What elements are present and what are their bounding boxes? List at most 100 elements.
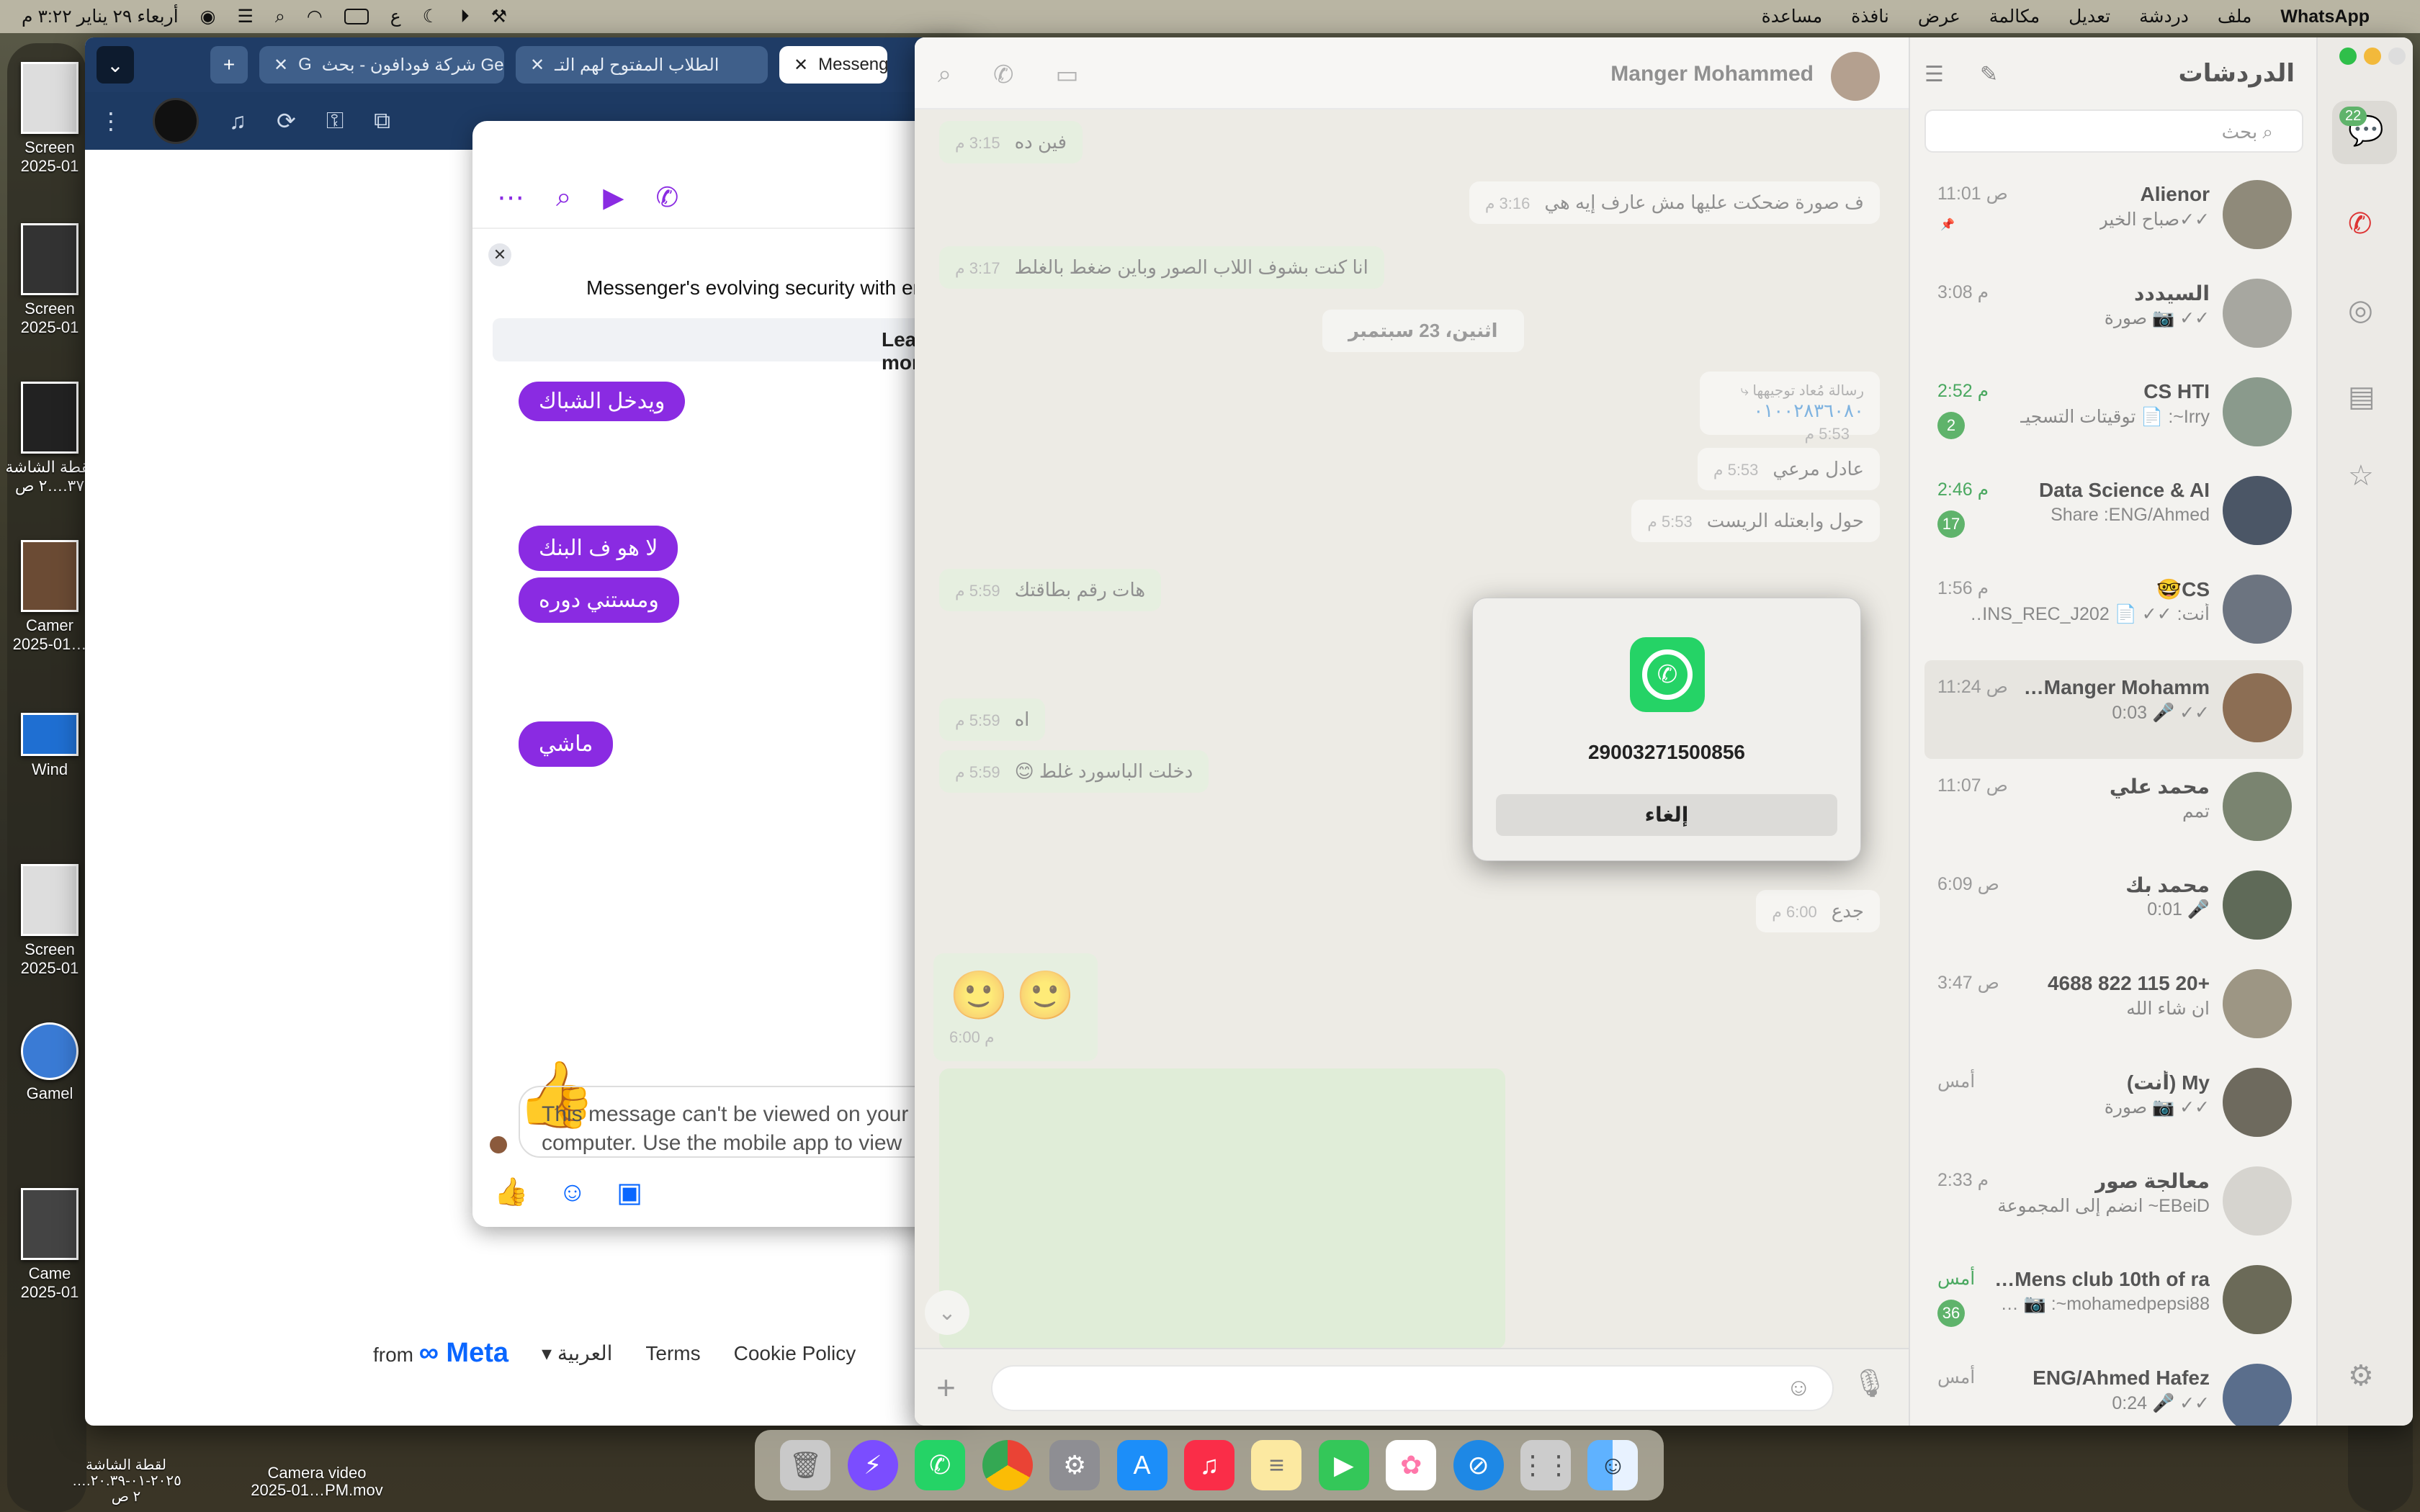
facetime-icon[interactable]: ▶ bbox=[1318, 1440, 1369, 1490]
dock: 🗑 ⚡ ✆ ⚙ A ♫ ≡ ▶ ✿ ⊘ ⋮⋮ ☺ bbox=[755, 1430, 1664, 1500]
calls-icon[interactable]: ✆ bbox=[2348, 207, 2372, 240]
status-icon[interactable]: ◎ bbox=[2348, 294, 2373, 327]
microphone-icon[interactable]: 🎙 bbox=[1852, 1368, 1887, 1400]
control-center-icon[interactable]: ☰ bbox=[237, 6, 253, 27]
chat-list-item-active[interactable]: Manger Mohamm… ✓✓ 🎤 0:03 11:24 ص bbox=[1924, 660, 2303, 759]
chat-list-item[interactable]: محمد علي تمم 11:07 ص bbox=[1910, 759, 2318, 858]
safari-icon[interactable]: ⊘ bbox=[1453, 1440, 1504, 1490]
search-icon[interactable]: ⌕ bbox=[556, 182, 571, 213]
whatsapp-icon[interactable]: ✆ bbox=[915, 1440, 966, 1490]
message-bubble[interactable]: ويدخل الشباك bbox=[519, 382, 686, 421]
music-icon[interactable]: ♫ bbox=[1183, 1440, 1234, 1490]
close-icon[interactable]: ✕ bbox=[274, 55, 288, 76]
tab[interactable]: ✕ G شركة فودافون - بحث Ge bbox=[259, 46, 504, 84]
finder-icon[interactable]: ☺ bbox=[1587, 1440, 1639, 1490]
tools-icon[interactable]: ⚒ bbox=[491, 6, 507, 27]
messenger-icon[interactable]: ⚡ bbox=[847, 1440, 898, 1490]
media-icon[interactable]: ♫ bbox=[229, 108, 246, 135]
menu-kebab-icon[interactable]: ⋮ bbox=[99, 107, 122, 135]
learn-more-button[interactable]: Learn more bbox=[493, 318, 977, 374]
wifi-icon[interactable]: ◠ bbox=[307, 6, 323, 27]
menu-item-help[interactable]: مساعدة bbox=[1762, 6, 1822, 27]
nav-rail: 💬 22 ✆ ◎ ▤ ☆ ⚙ bbox=[2316, 37, 2413, 1426]
tab[interactable]: ✕ الطلاب المفتوح لهم التـ bbox=[516, 46, 768, 84]
chat-list-item[interactable]: CS HTI Irry~: 📄 توقيتات التسجيـ 2:52 م2 bbox=[1910, 364, 2318, 463]
settings-gear-icon[interactable]: ⚙ bbox=[2348, 1359, 2374, 1392]
system-settings-icon[interactable]: ⚙ bbox=[1049, 1440, 1101, 1490]
play-icon[interactable]: ⏵ bbox=[460, 6, 470, 27]
focus-moon-icon[interactable]: ☾ bbox=[423, 6, 439, 27]
minimize-window-button[interactable] bbox=[2364, 48, 2381, 65]
message-input[interactable] bbox=[991, 1365, 1834, 1411]
clock[interactable]: أربعاء ٢٩ يناير ٣:٢٢ م bbox=[22, 6, 179, 27]
tab-search-button[interactable]: ⌄ bbox=[97, 46, 134, 84]
more-options-icon[interactable]: ⋯ bbox=[497, 181, 524, 214]
chat-list-item[interactable]: Mens club 10th of ra… mohamedpepsi88~: 📷 … bbox=[1910, 1252, 2318, 1351]
trash-icon[interactable]: 🗑 bbox=[780, 1440, 831, 1490]
video-call-icon[interactable]: ▶ bbox=[603, 181, 624, 214]
unavailable-message: This message can't be viewed on your com… bbox=[519, 1086, 977, 1158]
desktop-icon[interactable]: Camera video 2025-01…PM.mov bbox=[230, 1464, 403, 1499]
menu-item-chat[interactable]: دردشة bbox=[2139, 6, 2189, 27]
chat-list-item[interactable]: Data Science & AI Share :ENG/Ahmed 2:46 م1… bbox=[1910, 463, 2318, 562]
chat-list-item[interactable]: ENG/Ahmed Hafez ✓✓ 🎤 0:24 أمس bbox=[1910, 1351, 2318, 1426]
close-window-button[interactable] bbox=[2388, 48, 2406, 65]
chat-list-item[interactable]: محمد بك 🎤 0:01 6:09 ص bbox=[1910, 858, 2318, 956]
chats-nav-button[interactable]: 💬 22 bbox=[2332, 101, 2397, 164]
chat-list-item[interactable]: My (أنت) ✓✓ 📷 صورة أمس bbox=[1910, 1055, 2318, 1153]
profile-avatar[interactable] bbox=[153, 98, 199, 144]
new-chat-icon[interactable]: ✎ bbox=[1980, 62, 1998, 87]
like-icon[interactable]: 👍 bbox=[494, 1176, 528, 1208]
menu-item-view[interactable]: عرض bbox=[1918, 6, 1960, 27]
keyboard-input-icon[interactable]: ع bbox=[390, 6, 401, 27]
terms-link[interactable]: Terms bbox=[645, 1342, 700, 1365]
extension-icon[interactable]: ⟳ bbox=[277, 107, 296, 135]
spotlight-icon[interactable]: ⌕ bbox=[275, 6, 285, 27]
sticker-icon[interactable]: ▣ bbox=[617, 1176, 642, 1209]
phone-call-icon[interactable]: ✆ bbox=[656, 181, 679, 214]
notes-icon[interactable]: ≡ bbox=[1251, 1440, 1302, 1490]
chat-list-item[interactable]: Alienor ✓✓صباح الخير 11:01 ص 📌 bbox=[1910, 167, 2318, 266]
chat-list-item[interactable]: +20 115 822 4688 ان شاء الله 3:47 ص bbox=[1910, 956, 2318, 1055]
filter-icon[interactable]: ☰ bbox=[1924, 62, 1944, 87]
menu-item-call[interactable]: مكالمة bbox=[1989, 6, 2040, 27]
siri-icon[interactable]: ◉ bbox=[200, 6, 216, 27]
battery-icon[interactable] bbox=[344, 9, 369, 24]
search-input[interactable]: بحث ⌕ bbox=[1924, 109, 2303, 153]
emoji-icon[interactable]: ☺ bbox=[558, 1177, 586, 1208]
starred-icon[interactable]: ☆ bbox=[2348, 459, 2374, 492]
zoom-window-button[interactable] bbox=[2339, 48, 2357, 65]
close-icon[interactable]: ✕ bbox=[530, 55, 544, 76]
attach-plus-icon[interactable]: + bbox=[936, 1368, 956, 1407]
message-bubble[interactable]: ومستني دوره bbox=[519, 577, 679, 623]
cookie-policy-link[interactable]: Cookie Policy bbox=[734, 1342, 856, 1365]
chat-list-item[interactable]: السيددد ✓✓ 📷 صورة 3:08 م bbox=[1910, 266, 2318, 364]
chrome-icon[interactable] bbox=[982, 1440, 1033, 1490]
menu-item-window[interactable]: نافذة bbox=[1851, 6, 1889, 27]
chat-list-item[interactable]: CS🤓أنت: ✓✓ 📄 INS_REC_J202…1:56 م bbox=[1910, 562, 2318, 660]
close-icon[interactable]: ✕ bbox=[794, 55, 808, 76]
desktop-icon[interactable]: لقطة الشاشة ٢٠٢٥-٠١-٢٠.٣٩.…٢ ص bbox=[72, 1457, 182, 1505]
chats-title: الدردشات bbox=[2178, 60, 2295, 87]
key-icon[interactable]: ⚿ bbox=[326, 107, 344, 135]
emoji-icon[interactable]: ☺ bbox=[1786, 1374, 1811, 1402]
app-store-icon[interactable]: A bbox=[1116, 1440, 1168, 1490]
menu-item-edit[interactable]: تعديل bbox=[2069, 6, 2110, 27]
unread-badge: 2 bbox=[1937, 412, 1965, 439]
close-notice-button[interactable]: ✕ bbox=[488, 243, 511, 266]
photos-icon[interactable]: ✿ bbox=[1386, 1440, 1437, 1490]
tab-messenger[interactable]: ✕Messenger bbox=[779, 46, 887, 84]
chat-list-item[interactable]: معالجة صور EBeiD~ انضم إلى المجموعة 2:33 م bbox=[1910, 1153, 2318, 1252]
message-bubble[interactable]: ماشي bbox=[519, 721, 614, 767]
archive-icon[interactable]: ▤ bbox=[2348, 380, 2375, 413]
language-selector[interactable]: ▾ العربية bbox=[542, 1341, 612, 1365]
new-tab-button[interactable]: + bbox=[210, 46, 248, 84]
pin-icon: 📌 bbox=[1940, 219, 1955, 231]
cancel-button[interactable]: إلغاء bbox=[1496, 794, 1837, 836]
message-input-bar: + ☺ 🎙 bbox=[915, 1348, 1909, 1426]
launchpad-icon[interactable]: ⋮⋮ bbox=[1520, 1440, 1572, 1490]
puzzle-icon[interactable]: ⧉ bbox=[374, 107, 390, 135]
menu-app-name[interactable]: WhatsApp bbox=[2280, 6, 2370, 27]
menu-item-file[interactable]: ملف bbox=[2218, 6, 2252, 27]
message-bubble[interactable]: لا هو ف البنك bbox=[519, 526, 678, 571]
